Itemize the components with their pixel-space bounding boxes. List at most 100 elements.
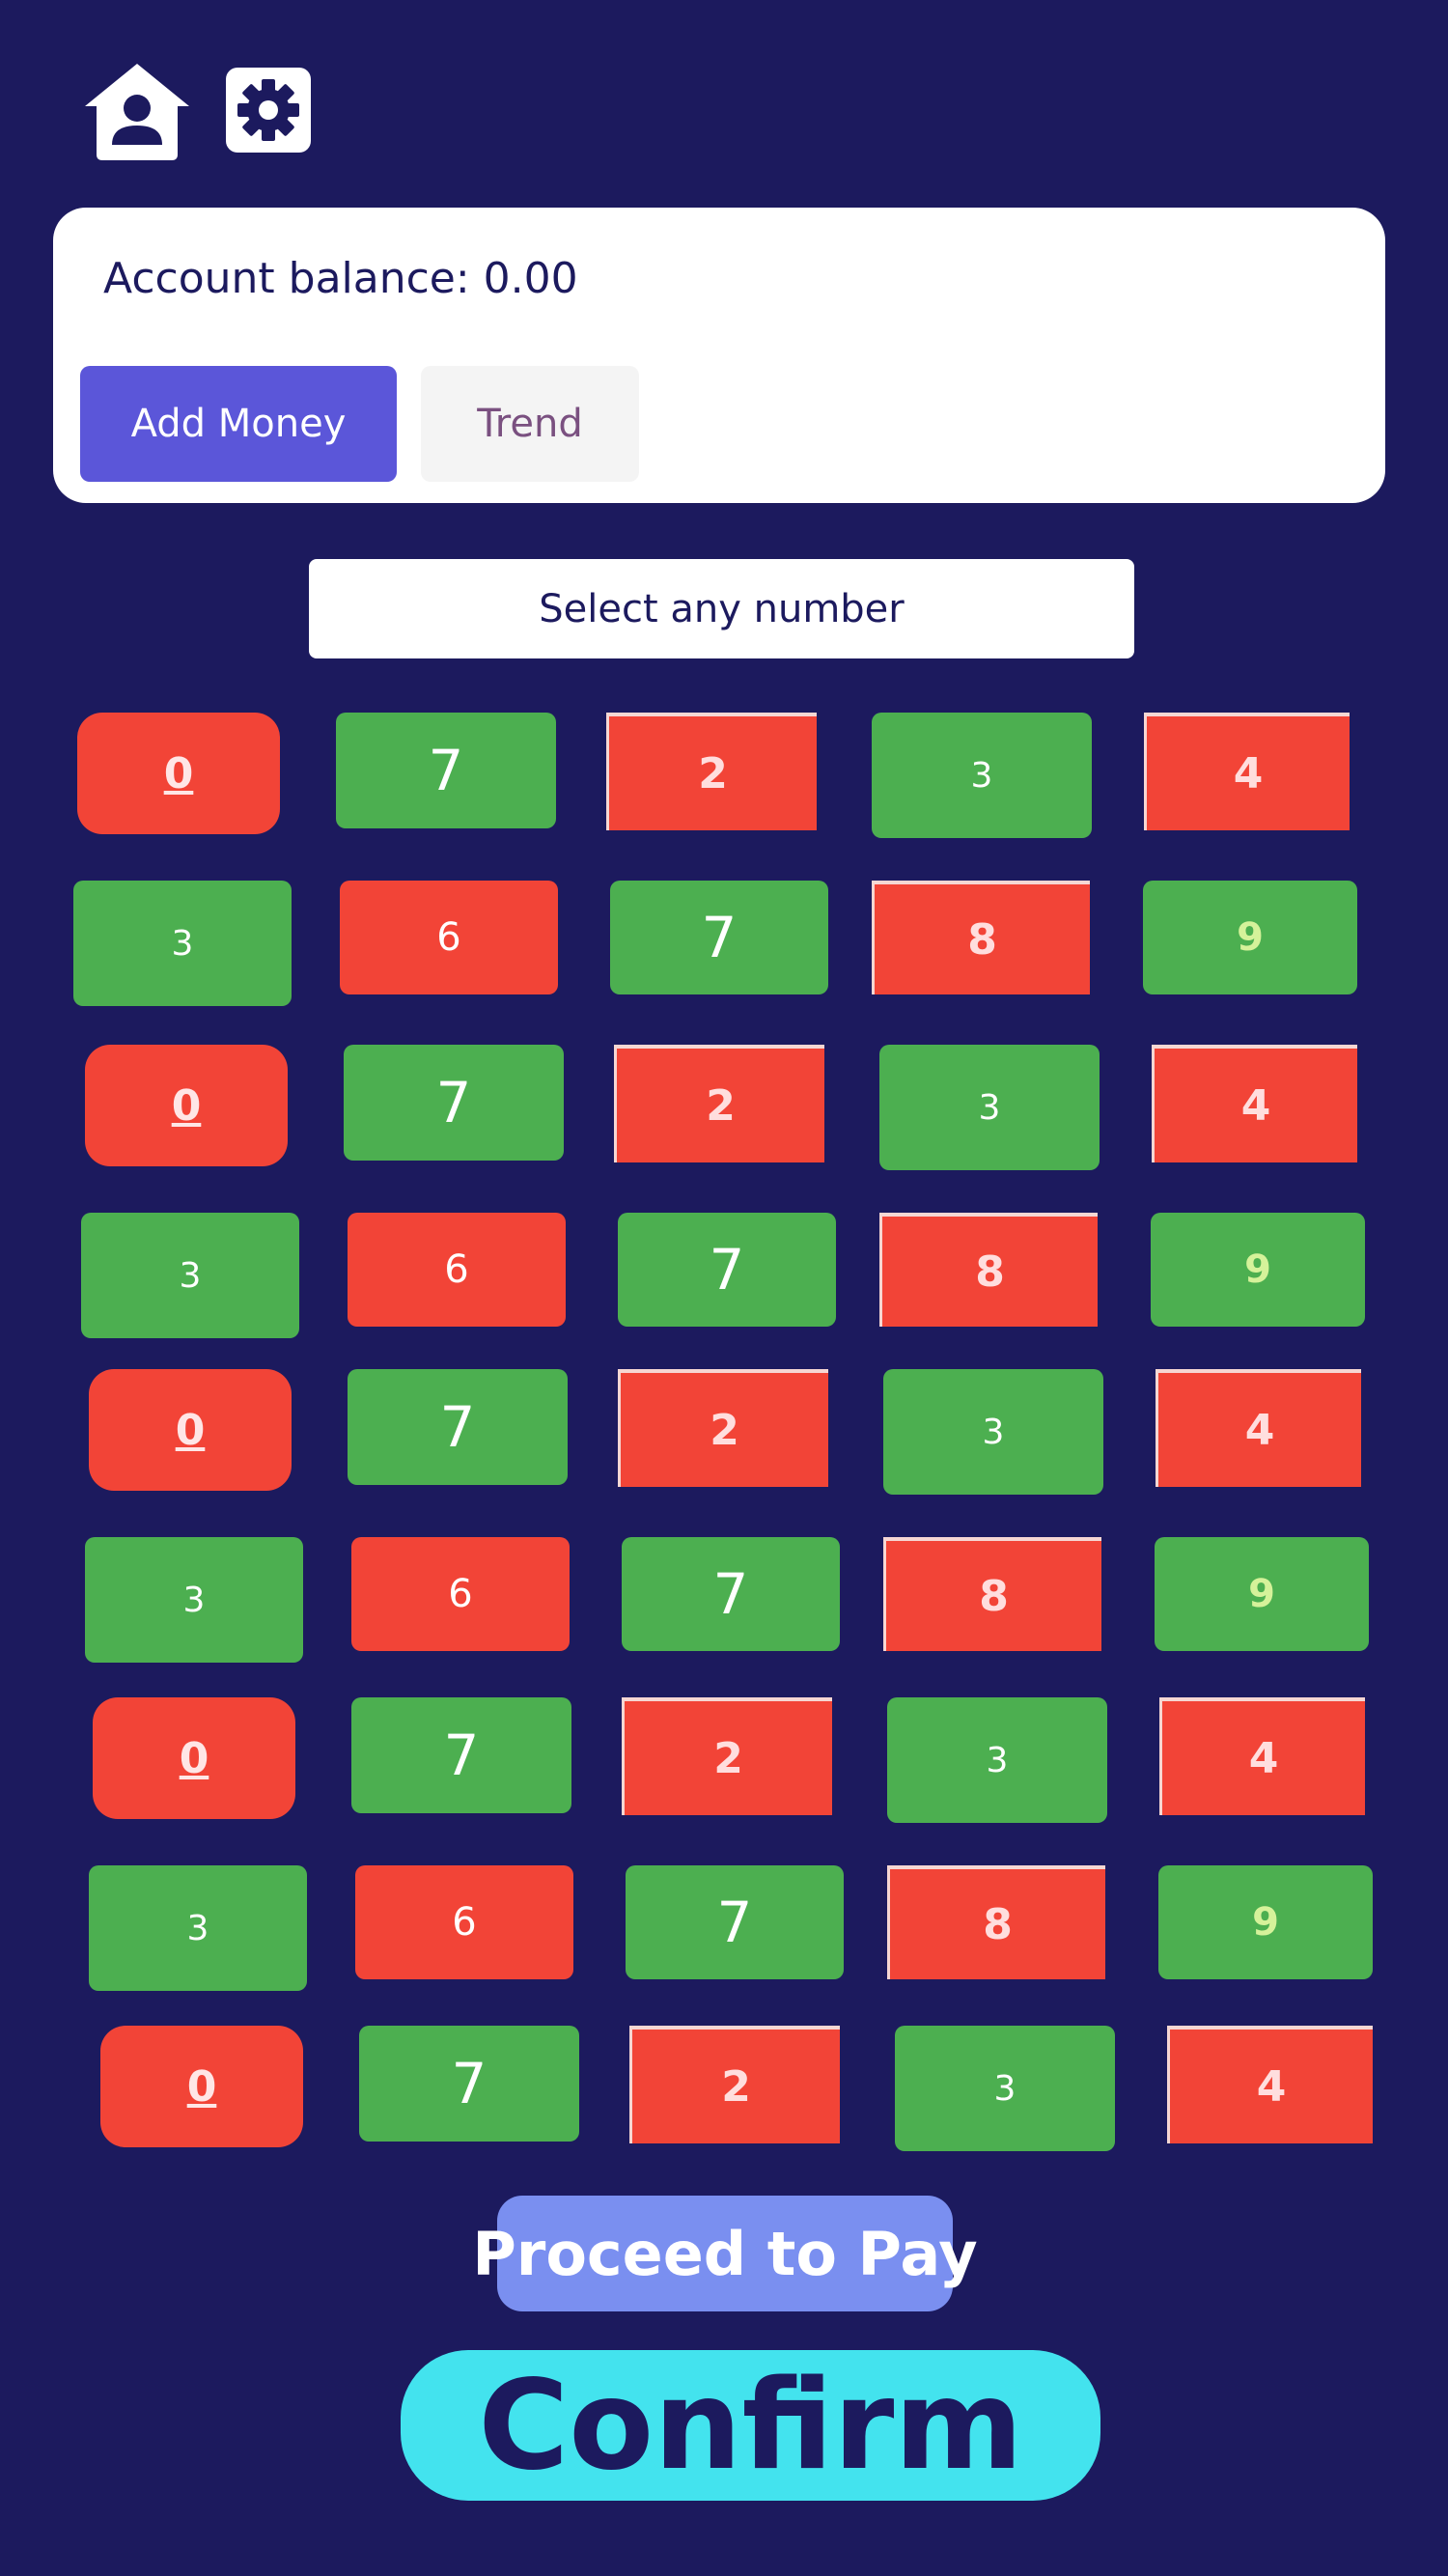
number-label: 3 bbox=[182, 1580, 206, 1620]
number-button[interactable]: 3 bbox=[89, 1865, 307, 1991]
number-button[interactable]: 0 bbox=[77, 713, 280, 834]
number-label: 2 bbox=[721, 2061, 751, 2112]
number-label: 7 bbox=[428, 738, 464, 803]
top-toolbar bbox=[81, 60, 332, 166]
number-label: 2 bbox=[698, 748, 728, 798]
number-button[interactable]: 4 bbox=[1144, 713, 1350, 830]
confirm-button[interactable]: Confirm bbox=[401, 2350, 1100, 2501]
number-label: 7 bbox=[716, 1890, 753, 1955]
number-label: 0 bbox=[186, 2061, 217, 2112]
number-button[interactable]: 2 bbox=[629, 2026, 840, 2143]
number-label: 4 bbox=[1233, 748, 1264, 798]
number-label: 3 bbox=[186, 1908, 209, 1948]
number-button[interactable]: 3 bbox=[73, 881, 292, 1006]
number-button[interactable]: 8 bbox=[883, 1537, 1101, 1651]
number-label: 3 bbox=[171, 923, 194, 964]
number-label: 0 bbox=[171, 1080, 202, 1131]
number-label: 3 bbox=[986, 1740, 1009, 1780]
number-label: 9 bbox=[1244, 1247, 1271, 1292]
number-button[interactable]: 9 bbox=[1155, 1537, 1369, 1651]
number-button[interactable]: 2 bbox=[606, 713, 817, 830]
number-label: 3 bbox=[978, 1087, 1001, 1128]
number-label: 0 bbox=[179, 1733, 209, 1783]
account-balance: Account balance: 0.00 bbox=[103, 254, 578, 303]
number-label: 2 bbox=[706, 1080, 736, 1131]
number-button[interactable]: 3 bbox=[81, 1213, 299, 1338]
number-label: 0 bbox=[163, 748, 194, 798]
home-user-icon[interactable] bbox=[81, 60, 193, 162]
number-button[interactable]: 7 bbox=[618, 1213, 836, 1327]
number-label: 4 bbox=[1244, 1405, 1275, 1455]
number-label: 4 bbox=[1240, 1080, 1271, 1131]
number-button[interactable]: 7 bbox=[610, 881, 828, 994]
account-card: Account balance: 0.00 Add Money Trend bbox=[53, 208, 1385, 503]
number-button[interactable]: 8 bbox=[872, 881, 1090, 994]
number-button[interactable]: 0 bbox=[100, 2026, 303, 2147]
number-label: 8 bbox=[975, 1246, 1005, 1297]
number-button[interactable]: 6 bbox=[351, 1537, 570, 1651]
number-button[interactable]: 4 bbox=[1156, 1369, 1361, 1487]
number-label: 3 bbox=[179, 1255, 202, 1296]
number-label: 7 bbox=[701, 905, 738, 970]
number-button[interactable]: 4 bbox=[1167, 2026, 1373, 2143]
number-label: 2 bbox=[710, 1405, 739, 1455]
number-label: 6 bbox=[436, 915, 461, 960]
proceed-to-pay-button[interactable]: Proceed to Pay bbox=[472, 2196, 978, 2311]
number-label: 9 bbox=[1248, 1572, 1275, 1616]
number-label: 7 bbox=[443, 1722, 480, 1788]
number-button[interactable]: 7 bbox=[622, 1537, 840, 1651]
number-label: 7 bbox=[435, 1070, 472, 1135]
number-button[interactable]: 2 bbox=[622, 1697, 832, 1815]
number-button[interactable]: 7 bbox=[348, 1369, 568, 1485]
number-button[interactable]: 9 bbox=[1151, 1213, 1365, 1327]
number-label: 7 bbox=[451, 2051, 487, 2116]
number-button[interactable]: 0 bbox=[89, 1369, 292, 1491]
number-label: 8 bbox=[979, 1571, 1009, 1621]
number-button[interactable]: 2 bbox=[614, 1045, 824, 1162]
number-button[interactable]: 7 bbox=[336, 713, 556, 828]
number-button[interactable]: 7 bbox=[359, 2026, 579, 2142]
number-button[interactable]: 0 bbox=[85, 1045, 288, 1166]
number-button[interactable]: 6 bbox=[348, 1213, 566, 1327]
number-label: 6 bbox=[448, 1572, 473, 1616]
number-button[interactable]: 4 bbox=[1152, 1045, 1357, 1162]
number-label: 9 bbox=[1252, 1900, 1279, 1945]
number-button[interactable]: 0 bbox=[93, 1697, 295, 1819]
number-label: 3 bbox=[993, 2068, 1016, 2109]
number-label: 6 bbox=[452, 1900, 477, 1945]
number-label: 3 bbox=[982, 1412, 1005, 1452]
number-button[interactable]: 9 bbox=[1158, 1865, 1373, 1979]
number-button[interactable]: 2 bbox=[618, 1369, 828, 1487]
trend-button[interactable]: Trend bbox=[421, 366, 639, 482]
number-button[interactable]: 7 bbox=[626, 1865, 844, 1979]
add-money-button[interactable]: Add Money bbox=[80, 366, 397, 482]
number-button[interactable]: 6 bbox=[355, 1865, 573, 1979]
number-label: 6 bbox=[444, 1247, 469, 1292]
number-label: 8 bbox=[967, 914, 997, 965]
number-button[interactable]: 3 bbox=[872, 713, 1092, 838]
number-button[interactable]: 6 bbox=[340, 881, 558, 994]
select-number-prompt: Select any number bbox=[309, 559, 1134, 658]
number-button[interactable]: 3 bbox=[887, 1697, 1107, 1823]
number-button[interactable]: 3 bbox=[883, 1369, 1103, 1495]
number-label: 8 bbox=[983, 1899, 1013, 1949]
gear-icon[interactable] bbox=[226, 68, 311, 153]
number-label: 4 bbox=[1256, 2061, 1287, 2112]
number-label: 4 bbox=[1248, 1733, 1279, 1783]
number-label: 0 bbox=[175, 1405, 206, 1455]
number-label: 7 bbox=[712, 1561, 749, 1627]
number-button[interactable]: 8 bbox=[887, 1865, 1105, 1979]
number-button[interactable]: 3 bbox=[879, 1045, 1100, 1170]
number-label: 2 bbox=[713, 1733, 743, 1783]
number-label: 3 bbox=[970, 755, 993, 796]
number-button[interactable]: 3 bbox=[895, 2026, 1115, 2151]
number-button[interactable]: 9 bbox=[1143, 881, 1357, 994]
number-button[interactable]: 3 bbox=[85, 1537, 303, 1663]
number-label: 7 bbox=[709, 1237, 745, 1302]
number-label: 9 bbox=[1237, 915, 1264, 960]
number-button[interactable]: 7 bbox=[351, 1697, 571, 1813]
number-label: 7 bbox=[439, 1394, 476, 1460]
number-button[interactable]: 4 bbox=[1159, 1697, 1365, 1815]
number-button[interactable]: 7 bbox=[344, 1045, 564, 1161]
number-button[interactable]: 8 bbox=[879, 1213, 1098, 1327]
